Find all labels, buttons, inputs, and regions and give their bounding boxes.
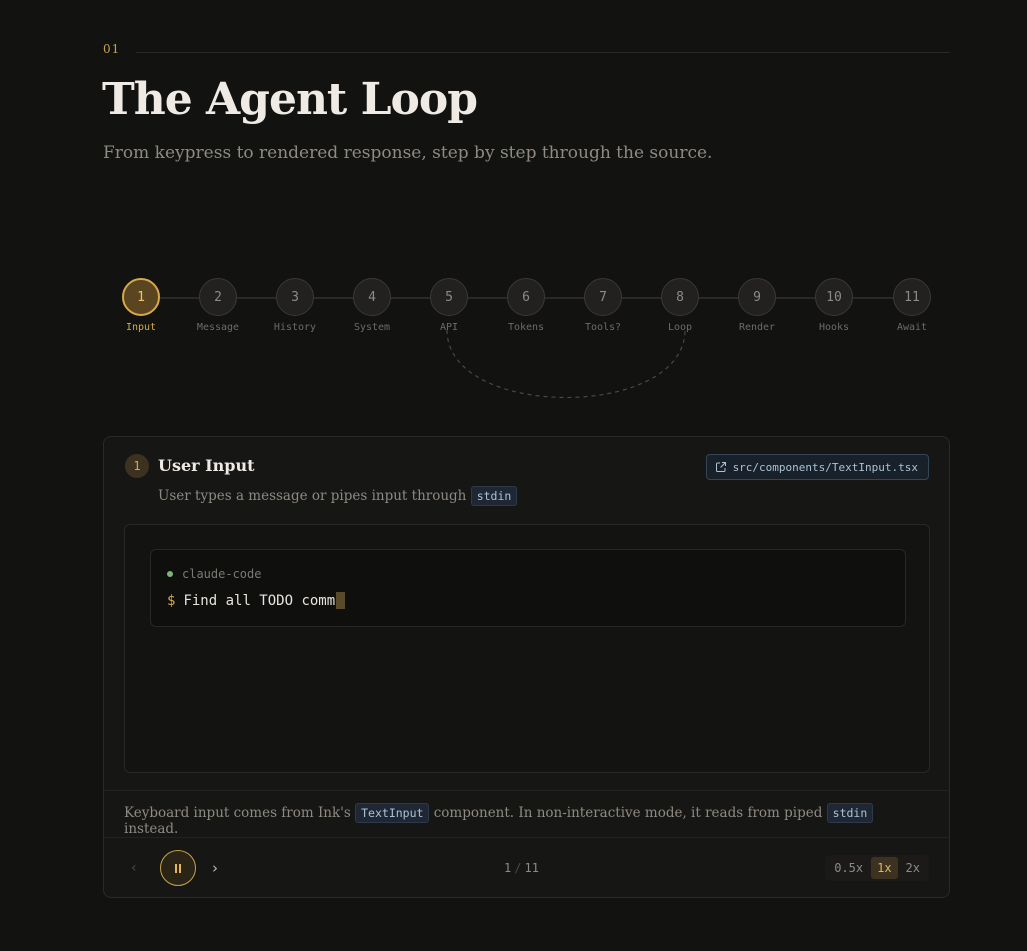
step-number: 8 (661, 278, 699, 316)
speed-option-1x[interactable]: 1x (871, 857, 898, 879)
step-timeline: 1 Input 2 Message 3 History 4 System 5 API 6 Tokens… (0, 0, 1027, 420)
step-number: 1 (122, 278, 160, 316)
step-label: Message (196, 322, 240, 333)
speed-option-2x[interactable]: 2x (900, 857, 926, 879)
prompt-symbol: $ (167, 592, 176, 609)
terminal-window: claude-code $ Find all TODO comm (150, 549, 906, 627)
step-node-9[interactable]: 9 Render (727, 278, 787, 333)
terminal-title: claude-code (167, 567, 261, 581)
step-node-8[interactable]: 8 Loop (650, 278, 710, 333)
step-node-6[interactable]: 6 Tokens (496, 278, 556, 333)
step-node-11[interactable]: 11 Await (882, 278, 942, 333)
typed-input: Find all TODO comm (183, 592, 336, 609)
step-counter: 1/11 (504, 861, 539, 875)
step-label: Input (125, 322, 157, 333)
step-number: 10 (815, 278, 853, 316)
step-label: System (353, 322, 391, 333)
animation-viewport: claude-code $ Find all TODO comm (124, 524, 930, 773)
step-description-text: User types a message or pipes input thro… (158, 488, 467, 504)
code-chip-stdin: stdin (470, 486, 518, 506)
step-node-4[interactable]: 4 System (342, 278, 402, 333)
step-title: User Input (158, 456, 255, 475)
speed-option-0-5x[interactable]: 0.5x (828, 857, 869, 879)
step-label: Tools? (584, 322, 622, 333)
step-number: 7 (584, 278, 622, 316)
text-cursor (336, 592, 346, 609)
status-dot-icon (167, 571, 173, 577)
pause-button[interactable] (160, 850, 196, 886)
step-number: 5 (430, 278, 468, 316)
step-label: Tokens (507, 322, 545, 333)
step-number: 3 (276, 278, 314, 316)
step-number: 2 (199, 278, 237, 316)
external-link-icon (715, 462, 726, 472)
counter-separator: / (514, 861, 522, 875)
step-node-1[interactable]: 1 Input (111, 278, 171, 333)
step-node-7[interactable]: 7 Tools? (573, 278, 633, 333)
step-label: Render (738, 322, 776, 333)
step-description: User types a message or pipes input thro… (158, 486, 518, 506)
step-node-2[interactable]: 2 Message (188, 278, 248, 333)
terminal-input-line: $ Find all TODO comm (167, 592, 346, 609)
step-label: Hooks (818, 322, 850, 333)
step-detail-card: 1 User Input User types a message or pip… (103, 436, 950, 898)
step-explanation: Keyboard input comes from Ink's TextInpu… (104, 790, 949, 838)
step-node-3[interactable]: 3 History (265, 278, 325, 333)
source-file-path: src/components/TextInput.tsx (732, 460, 918, 474)
current-step: 1 (504, 861, 512, 875)
step-label: API (439, 322, 459, 333)
step-label: Loop (667, 322, 693, 333)
playback-controls: ‹ › 1/11 0.5x 1x 2x (104, 838, 949, 897)
step-number: 6 (507, 278, 545, 316)
pause-icon-bar (179, 863, 181, 873)
next-step-button[interactable]: › (212, 859, 218, 877)
explanation-text-2: component. In non-interactive mode, it r… (433, 805, 823, 821)
step-node-10[interactable]: 10 Hooks (804, 278, 864, 333)
step-label: History (273, 322, 317, 333)
step-number: 9 (738, 278, 776, 316)
previous-step-button[interactable]: ‹ (131, 860, 137, 876)
step-node-5[interactable]: 5 API (419, 278, 479, 333)
loop-back-arc (446, 329, 686, 398)
code-chip-stdin-2: stdin (826, 803, 874, 823)
speed-selector: 0.5x 1x 2x (825, 855, 929, 881)
terminal-title-text: claude-code (182, 567, 262, 581)
step-label: Await (896, 322, 928, 333)
explanation-text-1: Keyboard input comes from Ink's (124, 805, 351, 821)
step-number: 4 (353, 278, 391, 316)
step-badge: 1 (125, 454, 149, 478)
code-chip-textinput: TextInput (355, 803, 430, 823)
total-steps: 11 (524, 861, 539, 875)
explanation-text-3: instead. (124, 821, 179, 837)
pause-icon (175, 863, 177, 873)
source-file-link[interactable]: src/components/TextInput.tsx (705, 454, 929, 480)
step-number: 11 (893, 278, 931, 316)
